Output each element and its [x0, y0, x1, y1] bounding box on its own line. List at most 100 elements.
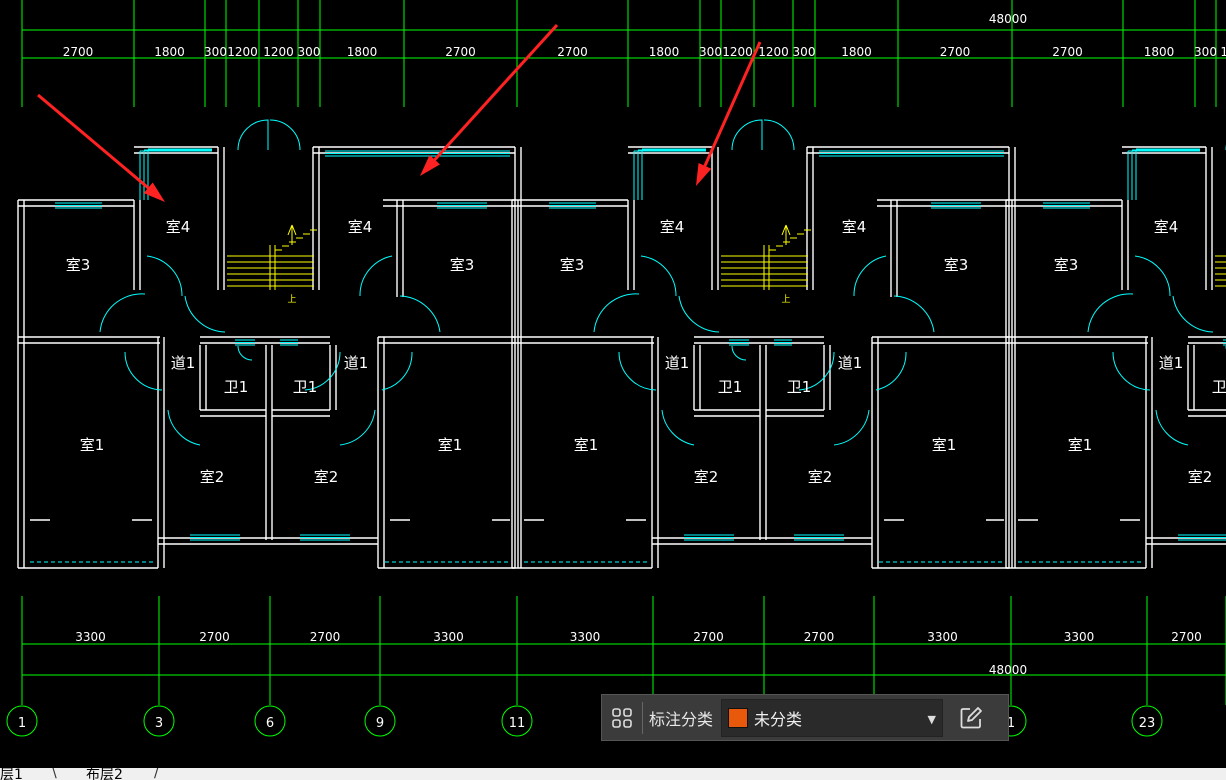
- door-arc: [99, 293, 146, 333]
- grid-icon[interactable]: [602, 695, 642, 740]
- axis-label: 3: [155, 716, 163, 731]
- tab-separator: /: [154, 768, 159, 780]
- room-label-r1: 室1: [80, 436, 105, 454]
- door-arc: [237, 119, 269, 151]
- cad-drawing-canvas[interactable]: 2700 1800 300 1200 1200 300 1800 2700 2700 1800 30…: [0, 0, 1226, 768]
- top-dim-label: 1800: [154, 45, 185, 59]
- door-arc: [184, 295, 226, 333]
- room-label-r1: 室1: [1068, 436, 1093, 454]
- room-label-r3: 室3: [66, 256, 91, 274]
- axis-label: 23: [1139, 716, 1156, 731]
- door-arc: [678, 295, 720, 333]
- annotation-category-label: 标注分类: [649, 709, 714, 729]
- top-dim-label: 1200: [758, 45, 789, 59]
- axis-label: 9: [376, 716, 384, 731]
- room-label-r4: 室4: [1154, 218, 1179, 236]
- room-label-r4: 室4: [166, 218, 191, 236]
- room-label-r4: 室4: [842, 218, 867, 236]
- bottom-dim-label: 2700: [310, 630, 341, 644]
- door-arc: [763, 119, 795, 151]
- room-label-dao: 道1: [838, 354, 863, 372]
- top-total-dim-label: 48000: [989, 12, 1027, 26]
- top-dim-label: 300: [793, 45, 816, 59]
- layout-tab-bar: 层1 \ 布层2 /: [0, 768, 1226, 780]
- door-arc: [1172, 295, 1214, 333]
- annotation-arrow-head: [696, 163, 712, 186]
- top-dim-label: 1200: [227, 45, 258, 59]
- door-arc: [167, 409, 201, 446]
- room-label-r2: 室2: [1188, 468, 1213, 486]
- annotation-arrow-shaft: [37, 93, 150, 189]
- room-label-r3: 室3: [450, 256, 475, 274]
- chevron-down-icon: ▼: [927, 712, 937, 726]
- axis-label: 6: [266, 716, 274, 731]
- room-label-r2: 室2: [808, 468, 833, 486]
- top-dim-label: 2700: [445, 45, 476, 59]
- bottom-dim-label: 3300: [1064, 630, 1095, 644]
- top-dim-label: 1800: [347, 45, 378, 59]
- room-label-r3: 室3: [560, 256, 585, 274]
- stair-label: 上: [781, 294, 790, 305]
- category-color-swatch: [728, 707, 749, 728]
- top-dim-label: 300: [699, 45, 722, 59]
- room-label-r2: 室2: [200, 468, 225, 486]
- annotation-category-select[interactable]: 未分类 ▼: [721, 698, 944, 737]
- bottom-total-dim-label: 48000: [989, 663, 1027, 677]
- room-label-r1: 室1: [438, 436, 463, 454]
- door-arc: [731, 119, 763, 151]
- door-arc: [339, 409, 376, 446]
- room-label-r4: 室4: [660, 218, 685, 236]
- door-arc: [833, 409, 870, 446]
- top-dim-label: 300: [1194, 45, 1217, 59]
- top-dim-label: 300: [204, 45, 227, 59]
- top-dim-label: 2700: [1052, 45, 1083, 59]
- bottom-dim-label: 2700: [693, 630, 724, 644]
- door-arc: [853, 255, 887, 297]
- door-arc: [359, 255, 393, 297]
- top-dim-label: 1800: [1144, 45, 1175, 59]
- room-label-r1: 室1: [932, 436, 957, 454]
- room-label-r1: 室1: [574, 436, 599, 454]
- axis-label: 1: [18, 716, 26, 731]
- door-arc: [618, 351, 657, 391]
- bottom-dim-label: 3300: [75, 630, 106, 644]
- top-dim-label: 300: [298, 45, 321, 59]
- room-label-dao: 道1: [665, 354, 690, 372]
- room-label-r3: 室3: [944, 256, 969, 274]
- top-dim-label: 2700: [557, 45, 588, 59]
- door-arc: [146, 255, 183, 297]
- bottom-dim-label: 2700: [199, 630, 230, 644]
- room-label-wei: 卫1: [293, 378, 318, 396]
- door-arc: [399, 295, 441, 333]
- tab-layout-2[interactable]: 布层2: [86, 768, 123, 780]
- category-selected-value: 未分类: [754, 709, 803, 729]
- tab-layout-1[interactable]: 层1: [0, 768, 23, 780]
- room-label-wei: 卫1: [1212, 378, 1226, 396]
- edit-icon[interactable]: [951, 695, 991, 740]
- door-arc: [661, 409, 695, 446]
- room-label-r2: 室2: [694, 468, 719, 486]
- door-arc: [1112, 351, 1151, 391]
- door-arc: [893, 295, 935, 333]
- door-arc: [1087, 293, 1134, 333]
- room-label-r4: 室4: [348, 218, 373, 236]
- room-label-r2: 室2: [314, 468, 339, 486]
- room-label-dao: 道1: [171, 354, 196, 372]
- top-dim-label: 12: [1220, 45, 1226, 59]
- bottom-dim-label: 2700: [1171, 630, 1202, 644]
- door-arc: [593, 293, 640, 333]
- top-dim-label: 1800: [649, 45, 680, 59]
- door-arc: [731, 345, 747, 361]
- door-arc: [124, 351, 163, 391]
- door-arc: [1155, 409, 1189, 446]
- top-dim-label: 2700: [63, 45, 94, 59]
- bottom-dim-label: 3300: [570, 630, 601, 644]
- top-dim-label: 1200: [722, 45, 753, 59]
- axis-label: 11: [509, 716, 526, 731]
- door-arc: [237, 345, 253, 361]
- room-label-wei: 卫1: [224, 378, 249, 396]
- door-arc: [1134, 255, 1171, 297]
- tab-separator: \: [52, 768, 57, 780]
- bottom-dim-label: 2700: [804, 630, 835, 644]
- top-dim-label: 1800: [841, 45, 872, 59]
